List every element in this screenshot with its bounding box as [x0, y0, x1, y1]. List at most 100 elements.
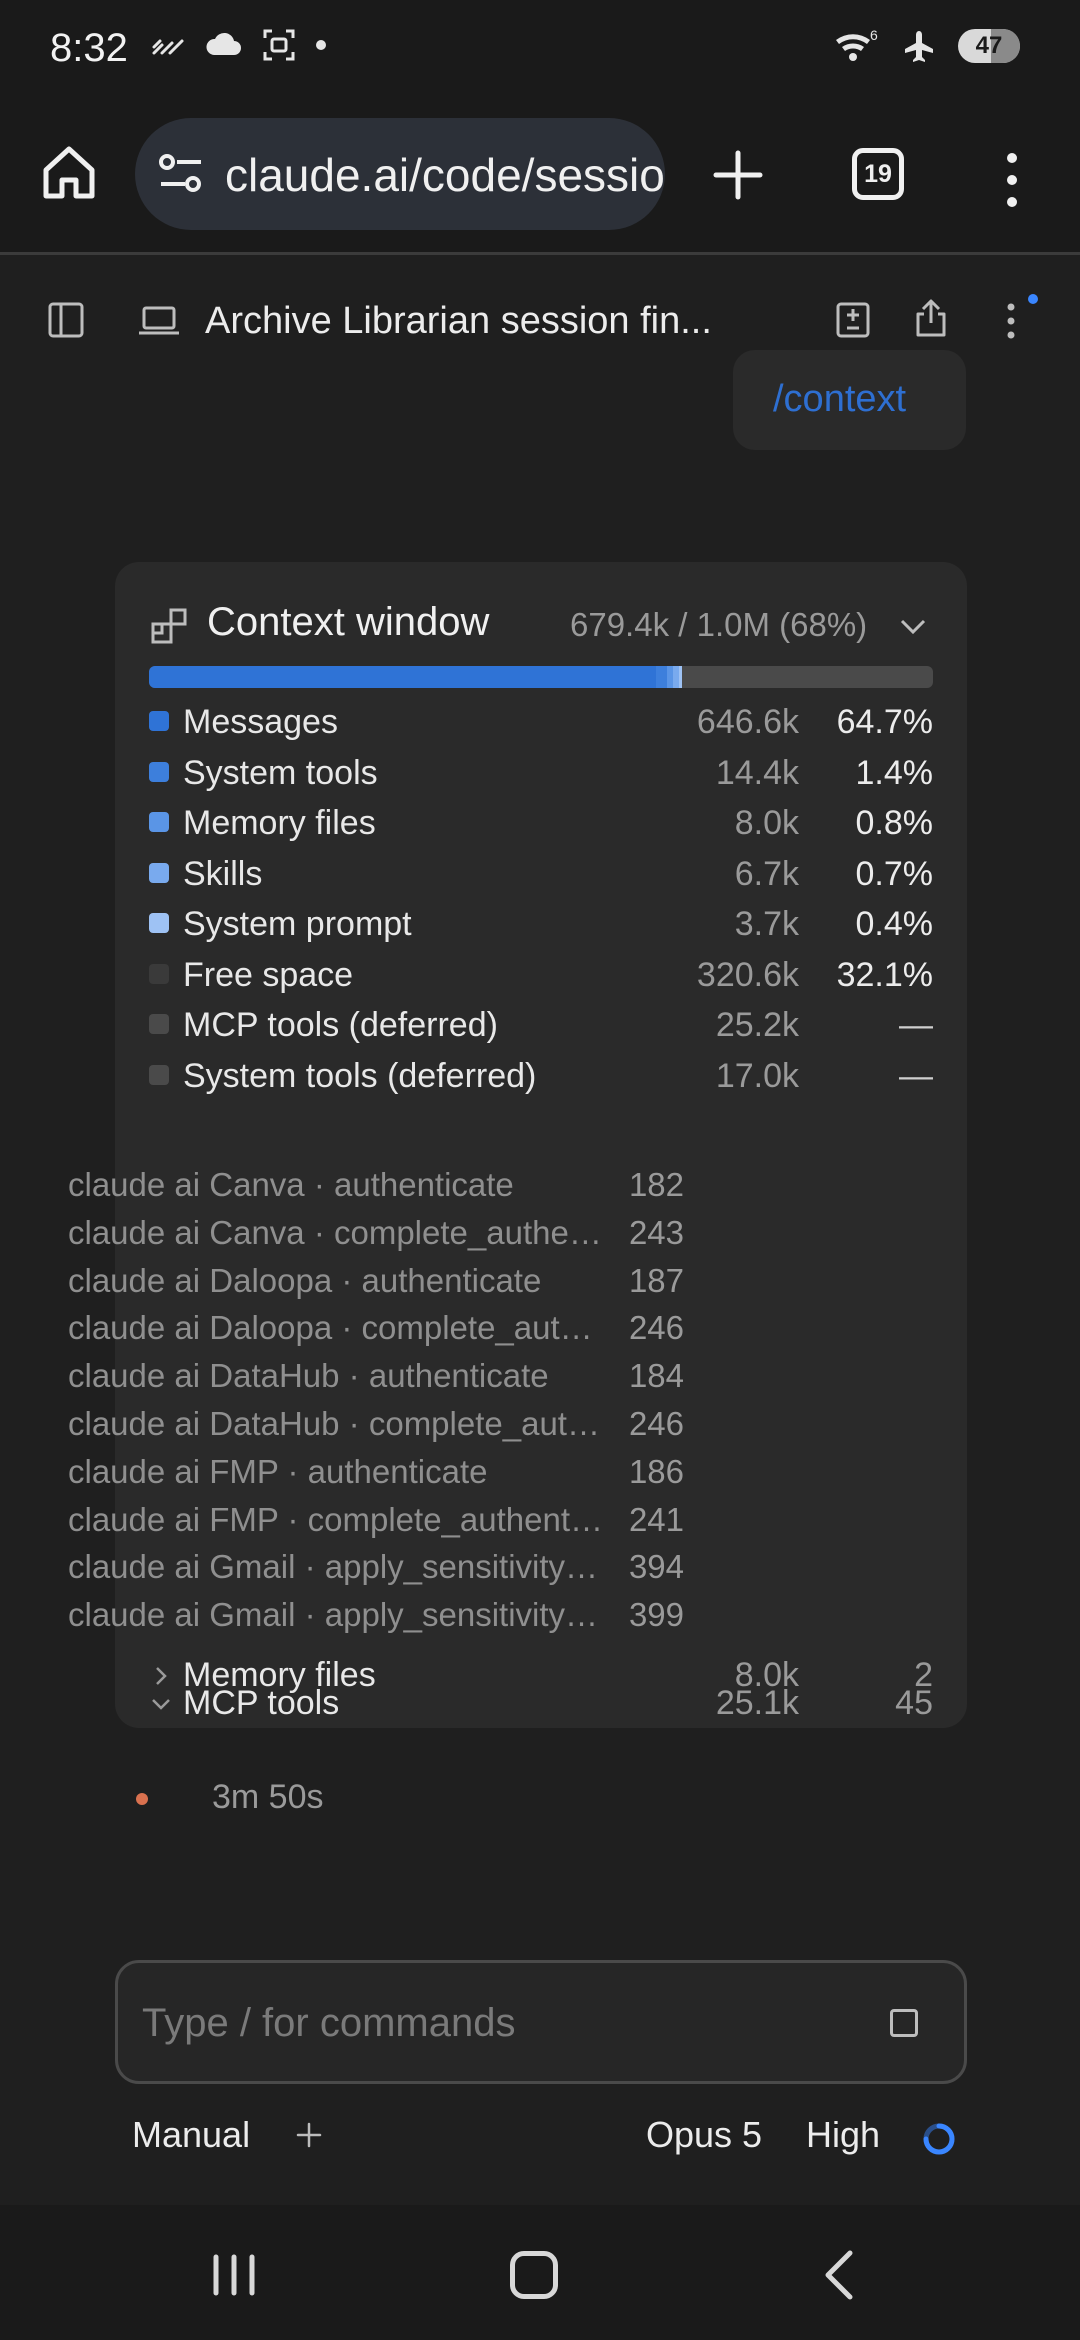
- mcp-tool-row: claude ai FMP · complete_authentication 2…: [68, 1495, 818, 1543]
- browser-menu-icon[interactable]: [1000, 150, 1024, 210]
- status-left-icons: [150, 28, 328, 62]
- user-message-bubble: /context: [733, 350, 966, 450]
- new-tab-icon[interactable]: [710, 147, 766, 203]
- category-percent: 32.1%: [836, 955, 933, 994]
- sidebar-toggle-icon[interactable]: [48, 302, 84, 338]
- mcp-tool-row: claude ai Daloopa · authenticate 187: [68, 1256, 818, 1304]
- mcp-tool-row: claude ai Gmail · apply_sensitivity_labe…: [68, 1542, 818, 1590]
- dot-icon: [316, 40, 326, 50]
- message-composer[interactable]: [115, 1960, 967, 2084]
- notification-dot: [1028, 294, 1038, 304]
- mcp-tool-name: claude ai FMP · authenticate: [68, 1452, 488, 1490]
- laptop-icon: [139, 306, 179, 335]
- category-percent: 64.7%: [836, 703, 933, 741]
- mcp-tools-list: claude ai Canva · authenticate 182 claude …: [68, 1160, 818, 1638]
- category-tokens: 3.7k: [734, 905, 799, 943]
- category-percent: —: [899, 1006, 933, 1044]
- mcp-tool-row: claude ai Canva · complete_authenticatio…: [68, 1208, 818, 1256]
- category-tokens: 25.2k: [715, 1006, 799, 1044]
- mcp-tool-tokens: 184: [628, 1357, 684, 1395]
- mcp-tool-row: claude ai Daloopa · complete_authenticat…: [68, 1303, 818, 1351]
- context-category-row: Messages 646.6k 64.7%: [149, 696, 933, 747]
- memory-files-count: 2: [914, 1656, 933, 1694]
- elapsed-time: 3m 50s: [212, 1778, 324, 1816]
- screenshot-icon: [263, 29, 295, 61]
- tab-switcher-button[interactable]: 19: [852, 148, 904, 200]
- share-icon[interactable]: [914, 298, 948, 338]
- recent-apps-icon[interactable]: [210, 2253, 258, 2297]
- category-percent: 0.8%: [855, 804, 934, 842]
- url-text[interactable]: claude.ai/code/session: [225, 148, 665, 202]
- category-label: Memory files: [183, 804, 376, 842]
- category-tokens: 8.0k: [734, 804, 799, 842]
- context-category-row: MCP tools (deferred) 25.2k —: [149, 999, 933, 1050]
- context-icon: [151, 608, 187, 644]
- url-bar[interactable]: claude.ai/code/session: [135, 118, 665, 230]
- category-tokens: 17.0k: [715, 1056, 799, 1095]
- memory-files-section-header[interactable]: Memory files 8.0k 2: [149, 1650, 933, 1700]
- chevron-down-icon[interactable]: [898, 614, 928, 638]
- mcp-tool-name: claude ai FMP · complete_authentication: [68, 1500, 608, 1538]
- mcp-tool-name: claude ai Daloopa · authenticate: [68, 1261, 542, 1299]
- category-label: Messages: [183, 703, 338, 741]
- category-label: Free space: [183, 955, 354, 994]
- usage-bar-segment: [149, 666, 657, 688]
- mcp-tool-tokens: 399: [628, 1596, 684, 1634]
- category-swatch: [149, 862, 169, 883]
- wifi-superscript: 6: [870, 28, 878, 43]
- home-icon[interactable]: [510, 2251, 558, 2299]
- back-icon[interactable]: [820, 2249, 856, 2301]
- status-time: 8:32: [50, 26, 128, 70]
- site-settings-icon[interactable]: [157, 152, 205, 196]
- context-category-row: Free space 320.6k 32.1%: [149, 949, 933, 1000]
- diff-icon[interactable]: [836, 302, 870, 338]
- battery-indicator: 47: [958, 29, 1020, 63]
- mcp-tool-tokens: 246: [628, 1404, 684, 1442]
- category-percent: —: [899, 1056, 933, 1095]
- mcp-tool-name: claude ai Canva · complete_authenticatio…: [68, 1213, 608, 1251]
- category-percent: 1.4%: [855, 753, 934, 792]
- browser-home-icon[interactable]: [38, 142, 100, 204]
- mcp-tool-row: claude ai Canva · authenticate 182: [68, 1160, 818, 1208]
- signal-slash-icon: [152, 39, 184, 55]
- category-swatch: [149, 913, 169, 933]
- chevron-right-icon: [156, 1667, 167, 1685]
- category-swatch: [149, 761, 169, 782]
- mode-selector[interactable]: Manual: [132, 2114, 250, 2156]
- category-tokens: 646.6k: [696, 703, 799, 741]
- add-icon[interactable]: [296, 2122, 322, 2148]
- category-label: System tools (deferred): [183, 1056, 537, 1095]
- message-input[interactable]: [142, 1993, 842, 2053]
- category-label: System tools: [183, 753, 378, 792]
- mcp-tool-tokens: 243: [628, 1213, 684, 1251]
- mcp-tool-tokens: 187: [628, 1261, 684, 1299]
- mcp-tool-row: claude ai Gmail · apply_sensitivity_labe…: [68, 1590, 818, 1638]
- category-label: MCP tools (deferred): [183, 1006, 498, 1044]
- cloud-icon: [206, 32, 241, 55]
- mcp-tool-row: claude ai DataHub · complete_authenticat…: [68, 1399, 818, 1447]
- composer-toolbar: Manual Opus 5 High: [0, 2110, 1080, 2170]
- user-message-text: /context: [773, 378, 907, 420]
- more-options-icon[interactable]: [1004, 302, 1018, 340]
- category-swatch: [149, 711, 169, 731]
- mcp-tool-tokens: 186: [628, 1452, 684, 1490]
- mcp-tool-tokens: 182: [628, 1166, 684, 1203]
- mcp-tool-tokens: 394: [628, 1548, 684, 1586]
- context-category-row: System prompt 3.7k 0.4%: [149, 898, 933, 949]
- loading-spinner-icon: [923, 2123, 955, 2155]
- effort-selector[interactable]: High: [806, 2114, 880, 2156]
- category-tokens: 6.7k: [734, 854, 799, 893]
- status-right-icons: 6 47: [832, 28, 1020, 64]
- activity-dot: [136, 1793, 148, 1805]
- context-summary[interactable]: 679.4k / 1.0M (68%): [570, 606, 867, 644]
- wifi-icon: 6: [836, 28, 878, 61]
- category-swatch: [149, 812, 169, 832]
- category-swatch: [149, 1014, 169, 1034]
- usage-bar-segment: [656, 666, 668, 688]
- model-selector[interactable]: Opus 5: [646, 2114, 762, 2156]
- stop-icon[interactable]: [890, 2009, 918, 2037]
- context-usage-bar: [149, 666, 933, 688]
- usage-bar-segment: [678, 666, 683, 688]
- session-title[interactable]: Archive Librarian session fin...: [205, 300, 745, 343]
- mcp-tool-tokens: 241: [628, 1500, 684, 1538]
